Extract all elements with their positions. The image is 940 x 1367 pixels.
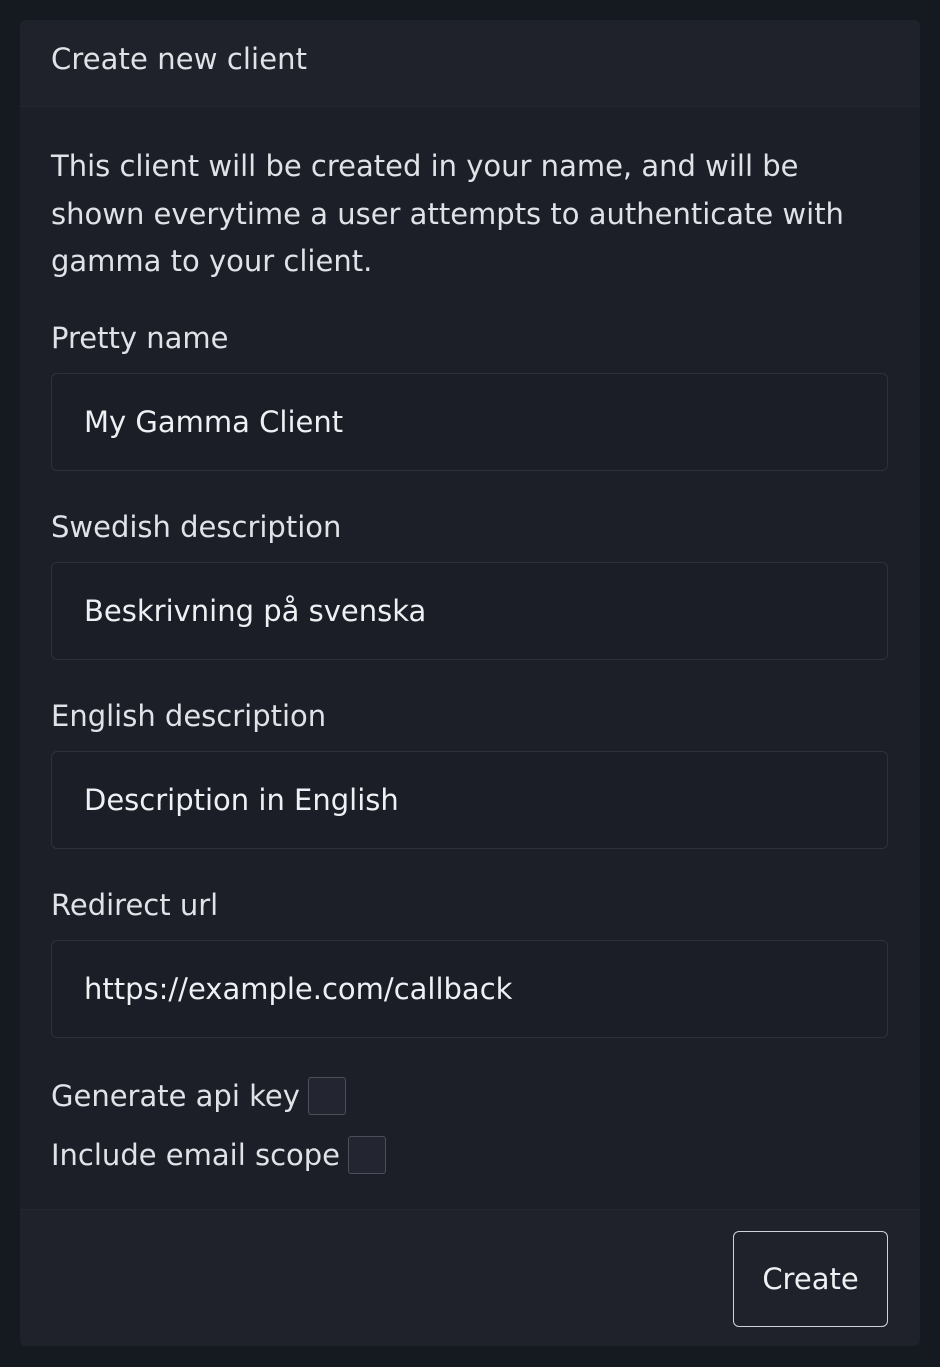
generate-api-key-row: Generate api key	[51, 1077, 346, 1115]
generate-api-key-checkbox[interactable]	[307, 1077, 346, 1115]
pretty-name-input[interactable]	[51, 373, 888, 471]
create-client-card: Create new client This client will be cr…	[20, 20, 920, 1346]
card-footer: Create	[20, 1209, 920, 1346]
include-email-scope-label: Include email scope	[51, 1138, 341, 1172]
card-header: Create new client	[20, 20, 920, 107]
redirect-url-input[interactable]	[51, 940, 888, 1038]
create-button[interactable]: Create	[733, 1231, 888, 1327]
include-email-scope-row: Include email scope	[51, 1136, 387, 1174]
english-description-label: English description	[51, 699, 327, 733]
pretty-name-label: Pretty name	[51, 321, 229, 355]
swedish-description-input[interactable]	[51, 562, 888, 660]
card-title: Create new client	[51, 41, 308, 76]
swedish-description-label: Swedish description	[51, 510, 342, 544]
include-email-scope-checkbox[interactable]	[348, 1136, 387, 1174]
generate-api-key-label: Generate api key	[51, 1079, 300, 1113]
intro-text: This client will be created in your name…	[51, 149, 844, 278]
english-description-input[interactable]	[51, 751, 888, 849]
redirect-url-label: Redirect url	[51, 888, 219, 922]
